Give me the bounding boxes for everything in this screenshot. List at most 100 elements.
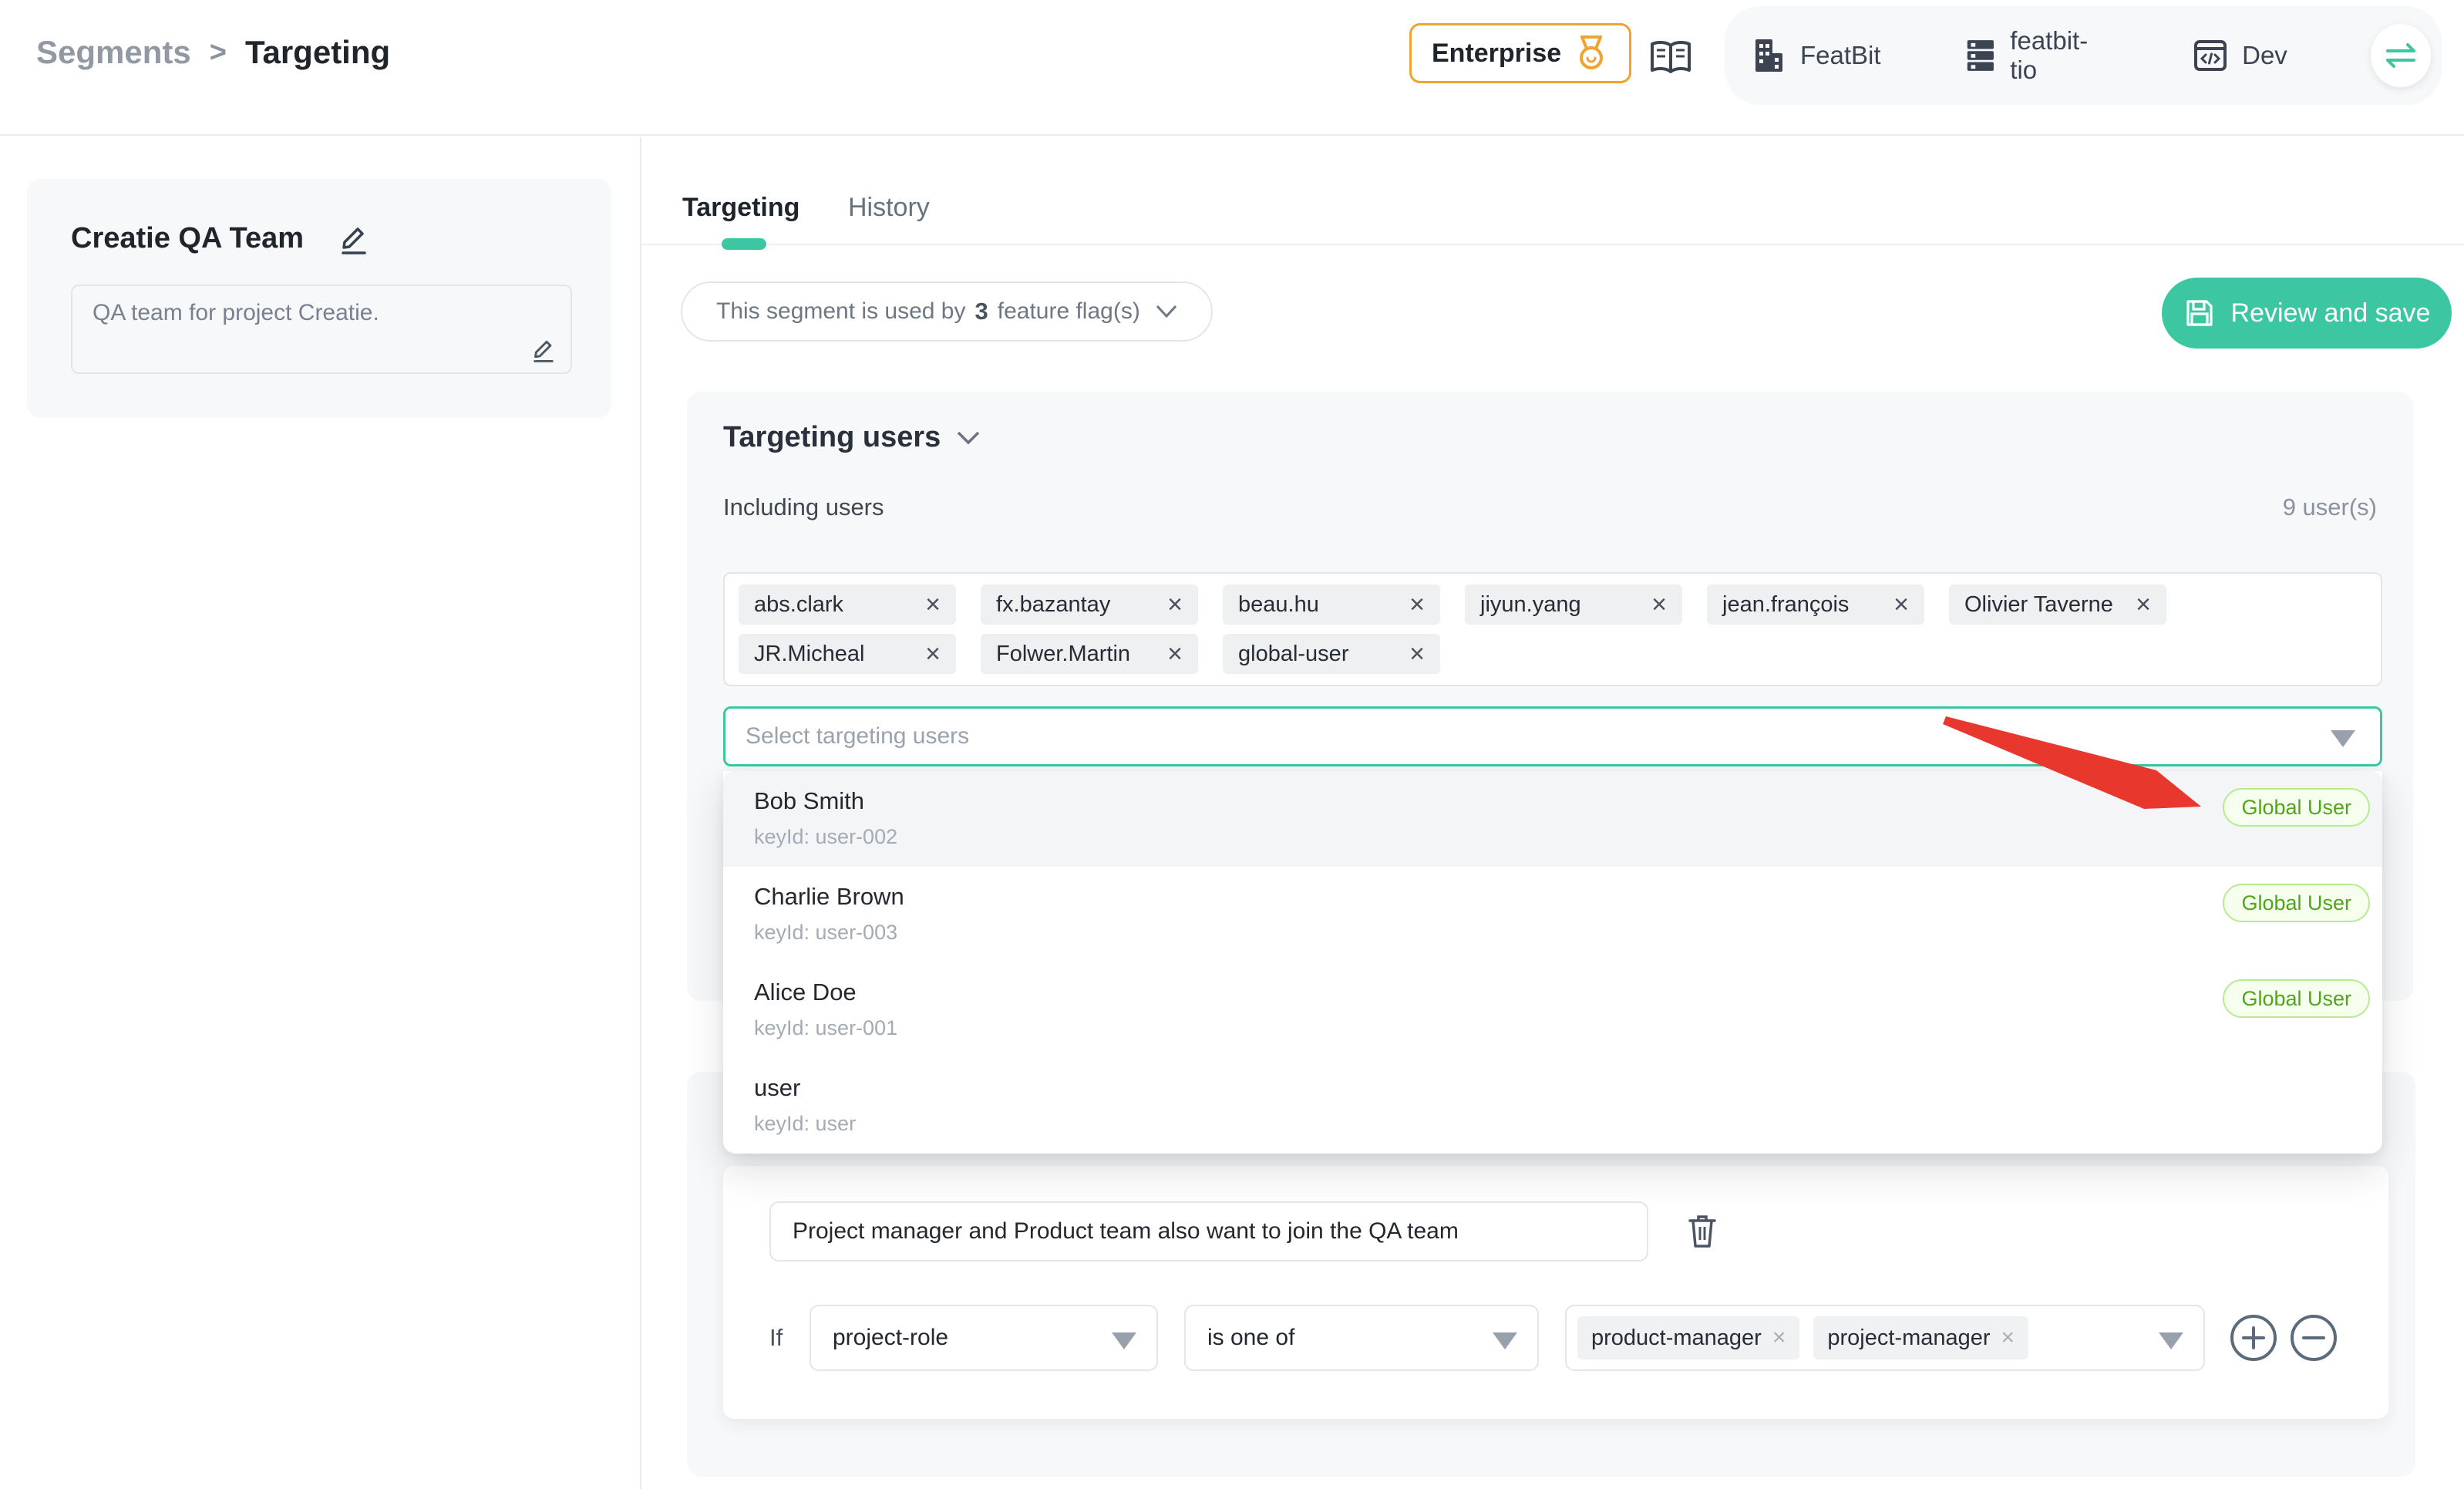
edit-description-icon[interactable] — [530, 335, 557, 363]
user-tag: global-user × — [1223, 634, 1440, 674]
remove-user-icon[interactable]: × — [1167, 591, 1183, 618]
segment-description-text: QA team for project Creatie. — [93, 300, 379, 326]
user-tag: jean.françois × — [1707, 584, 1924, 625]
project-icon — [1964, 36, 1997, 75]
medal-icon — [1574, 34, 1609, 72]
user-tag-label: Folwer.Martin — [996, 642, 1130, 667]
add-rule-condition-button[interactable] — [2228, 1312, 2279, 1363]
tab-history[interactable]: History — [848, 193, 930, 223]
delete-rule-button[interactable] — [1684, 1212, 1721, 1251]
collapse-chevron-icon[interactable] — [956, 430, 981, 446]
documentation-button[interactable] — [1646, 35, 1695, 79]
tab-track — [641, 244, 2464, 245]
user-tag-label: abs.clark — [754, 592, 843, 618]
panel-divider — [640, 137, 641, 1489]
dropdown-option[interactable]: Bob Smith keyId: user-002 Global User — [723, 771, 2382, 867]
organization-label: FeatBit — [1800, 41, 1881, 70]
remove-value-icon[interactable]: × — [1772, 1326, 1786, 1349]
user-tag-label: Olivier Taverne — [1964, 592, 2113, 618]
trash-icon — [1684, 1212, 1721, 1251]
remove-user-icon[interactable]: × — [2136, 591, 2151, 618]
rule-card: If project-role is one of product-manage… — [723, 1166, 2388, 1419]
option-name: Bob Smith — [754, 787, 2382, 816]
tab-targeting[interactable]: Targeting — [682, 193, 799, 223]
review-and-save-button[interactable]: Review and save — [2162, 278, 2452, 349]
segment-info-card: Creatie QA Team QA team for project Crea… — [27, 179, 611, 418]
user-tag: Olivier Taverne × — [1949, 584, 2166, 625]
remove-user-icon[interactable]: × — [1893, 591, 1909, 618]
dropdown-option[interactable]: Alice Doe keyId: user-001 Global User — [723, 962, 2382, 1058]
edit-name-icon[interactable] — [338, 221, 370, 255]
project-label: featbit-tio — [2010, 26, 2109, 85]
value-tag-label: project-manager — [1827, 1326, 1990, 1351]
property-select[interactable]: project-role — [810, 1305, 1158, 1371]
user-tag-label: beau.hu — [1238, 592, 1319, 618]
rule-name-input[interactable] — [769, 1201, 1648, 1262]
minus-circle-icon — [2288, 1312, 2339, 1363]
option-name: user — [754, 1073, 2382, 1103]
select-caret-icon — [1112, 1332, 1136, 1349]
workspace-switcher: FeatBit featbit-tio Dev — [1725, 6, 2442, 105]
user-tag-label: global-user — [1238, 642, 1348, 667]
project-item[interactable]: featbit-tio — [1964, 26, 2110, 85]
operator-value: is one of — [1207, 1325, 1294, 1351]
select-caret-icon — [2331, 730, 2355, 747]
option-name: Alice Doe — [754, 978, 2382, 1007]
targeting-users-header[interactable]: Targeting users — [723, 421, 981, 454]
remove-user-icon[interactable]: × — [1651, 591, 1667, 618]
save-icon — [2183, 297, 2216, 329]
book-icon — [1648, 39, 1693, 75]
select-caret-icon — [2159, 1332, 2183, 1349]
select-caret-icon — [1493, 1332, 1517, 1349]
usage-suffix: feature flag(s) — [998, 298, 1140, 325]
segment-targeting-page: Segments > Targeting Enterprise — [0, 0, 2464, 1489]
targeting-users-title: Targeting users — [723, 421, 941, 454]
swap-arrows-icon — [2383, 42, 2419, 69]
option-key: keyId: user-003 — [754, 921, 2382, 945]
global-user-badge: Global User — [2223, 979, 2370, 1018]
breadcrumb: Segments > Targeting — [36, 34, 390, 71]
page-title: Targeting — [245, 34, 390, 71]
app-header: Segments > Targeting Enterprise — [0, 0, 2464, 136]
operator-select[interactable]: is one of — [1184, 1305, 1539, 1371]
user-tag-label: jiyun.yang — [1480, 592, 1581, 618]
values-select[interactable]: product-manager × project-manager × — [1565, 1305, 2205, 1371]
remove-user-icon[interactable]: × — [1167, 641, 1183, 667]
remove-user-icon[interactable]: × — [1409, 591, 1425, 618]
user-tag-label: jean.françois — [1722, 592, 1849, 618]
breadcrumb-segments-link[interactable]: Segments — [36, 34, 191, 71]
value-tag: product-manager × — [1577, 1316, 1799, 1359]
remove-user-icon[interactable]: × — [925, 641, 941, 667]
switch-environment-button[interactable] — [2371, 24, 2431, 87]
user-count: 9 user(s) — [2283, 494, 2377, 521]
remove-user-icon[interactable]: × — [1409, 641, 1425, 667]
user-search-input[interactable] — [746, 709, 2133, 764]
active-tab-indicator — [722, 238, 766, 250]
segment-description-box[interactable]: QA team for project Creatie. — [71, 285, 572, 374]
environment-label: Dev — [2242, 41, 2287, 70]
breadcrumb-separator: > — [210, 36, 227, 69]
segment-usage-banner[interactable]: This segment is used by 3 feature flag(s… — [681, 281, 1213, 342]
segment-name: Creatie QA Team — [71, 222, 304, 255]
property-value: project-role — [833, 1325, 948, 1351]
usage-count: 3 — [974, 298, 988, 325]
remove-user-icon[interactable]: × — [925, 591, 941, 618]
user-select-control[interactable] — [723, 706, 2382, 766]
review-and-save-label: Review and save — [2231, 298, 2431, 328]
user-tag-label: fx.bazantay — [996, 592, 1110, 618]
organization-icon — [1751, 36, 1786, 75]
including-users-label: Including users — [723, 494, 884, 521]
user-tag: jiyun.yang × — [1465, 584, 1682, 625]
if-label: If — [769, 1324, 810, 1352]
organization-item[interactable]: FeatBit — [1751, 36, 1881, 75]
remove-value-icon[interactable]: × — [2001, 1326, 2015, 1349]
enterprise-plan-badge[interactable]: Enterprise — [1409, 23, 1631, 83]
dropdown-option[interactable]: user keyId: user — [723, 1058, 2382, 1154]
environment-item[interactable]: Dev — [2193, 38, 2287, 73]
environment-icon — [2193, 38, 2228, 73]
included-users-box: abs.clark × fx.bazantay × beau.hu × jiyu… — [723, 572, 2382, 686]
dropdown-option[interactable]: Charlie Brown keyId: user-003 Global Use… — [723, 867, 2382, 962]
user-tag-label: JR.Micheal — [754, 642, 864, 667]
remove-rule-condition-button[interactable] — [2288, 1312, 2339, 1363]
plus-circle-icon — [2228, 1312, 2279, 1363]
